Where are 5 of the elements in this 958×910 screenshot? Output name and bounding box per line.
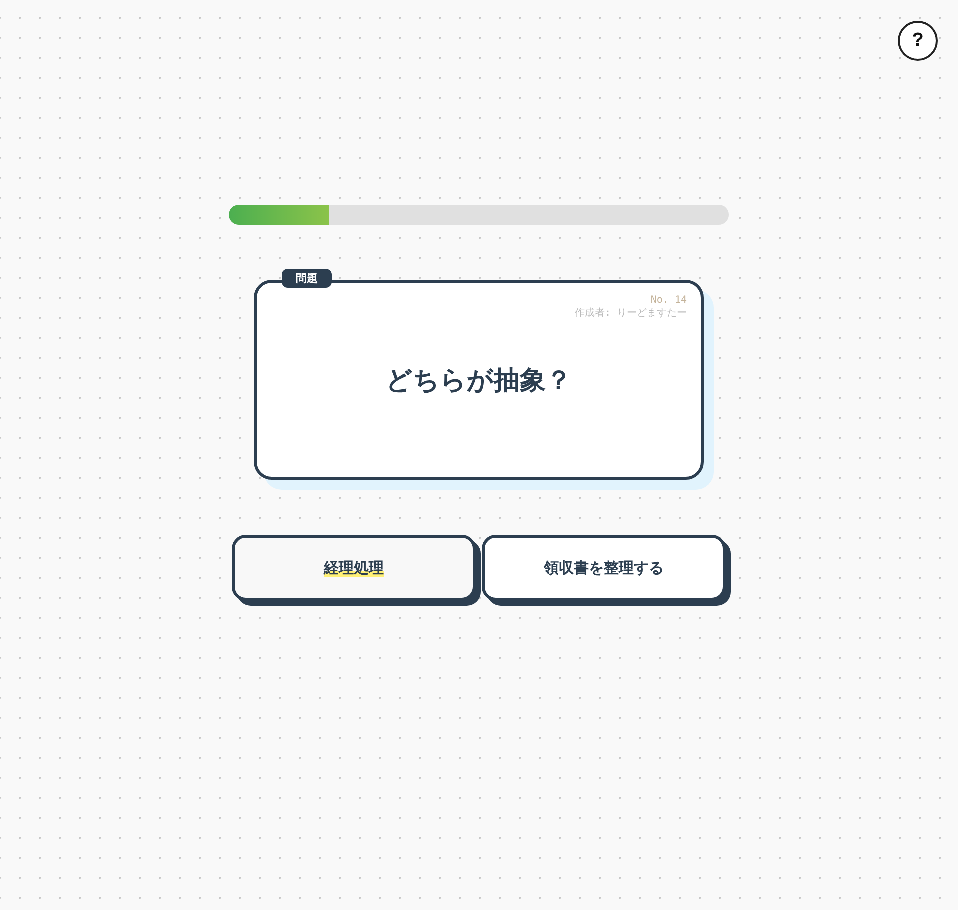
question-tag: 問題 — [282, 269, 332, 288]
author-label: 作成者: りーどますたー — [574, 307, 687, 320]
help-button[interactable]: ? — [898, 21, 938, 61]
question-text: どちらが抽象？ — [386, 364, 572, 398]
question-number: No. 14 — [650, 294, 687, 307]
